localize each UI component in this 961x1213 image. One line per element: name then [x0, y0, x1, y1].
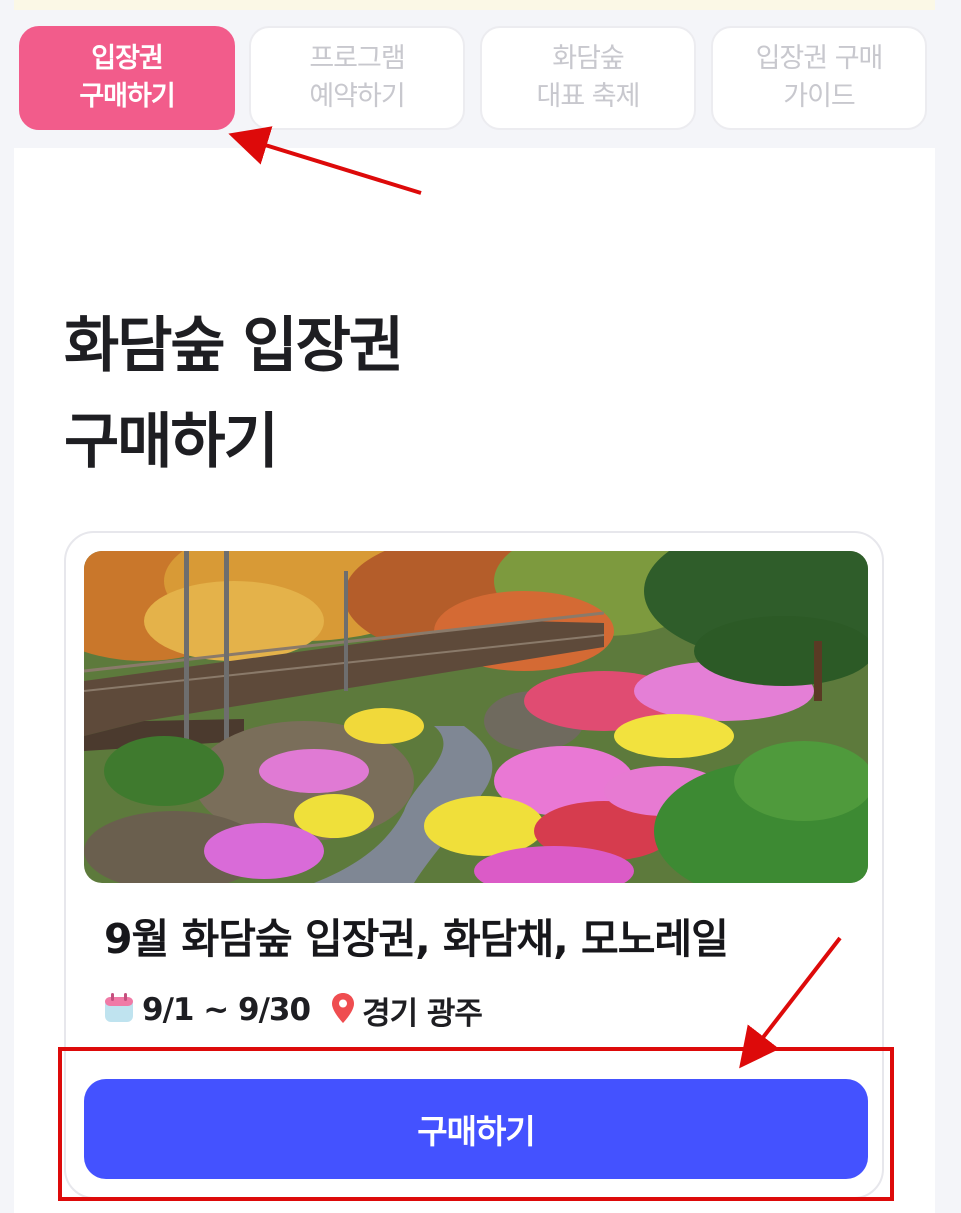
event-location: 경기 광주	[362, 995, 483, 1032]
garden-photo	[84, 551, 868, 883]
page-title-line1: 화담숲 입장권	[64, 311, 404, 381]
tab-main-festival[interactable]: 화담숲 대표 축제	[480, 26, 696, 130]
card-title: 9월 화담숲 입장권, 화담채, 모노레일	[104, 915, 729, 963]
page-title-line2: 구매하기	[64, 407, 279, 477]
tab-bar: 입장권 구매하기 프로그램 예약하기 화담숲 대표 축제 입장권 구매 가이드	[14, 10, 935, 148]
annotation-highlight-box	[58, 1047, 894, 1201]
tab-purchase-guide[interactable]: 입장권 구매 가이드	[711, 26, 927, 130]
tab-program-reservation[interactable]: 프로그램 예약하기	[249, 26, 465, 130]
calendar-icon	[104, 993, 134, 1027]
tab-label-line1: 입장권 구매	[755, 43, 884, 74]
card-meta: 9/1 ~ 9/30 경기 광주	[104, 989, 483, 1032]
tab-label-line2: 예약하기	[309, 81, 405, 112]
event-dates: 9/1 ~ 9/30	[142, 992, 311, 1028]
tab-ticket-purchase[interactable]: 입장권 구매하기	[19, 26, 235, 130]
tab-label-line1: 입장권	[91, 43, 164, 74]
tab-label-line2: 구매하기	[79, 81, 175, 112]
tab-label-line1: 화담숲	[552, 43, 625, 74]
top-strip	[14, 0, 935, 10]
tab-label-line2: 가이드	[783, 81, 856, 112]
location-pin-icon	[332, 993, 355, 1027]
tab-label-line2: 대표 축제	[536, 81, 641, 112]
page-title: 화담숲 입장권 구매하기	[64, 298, 404, 490]
tab-label-line1: 프로그램	[309, 43, 405, 74]
